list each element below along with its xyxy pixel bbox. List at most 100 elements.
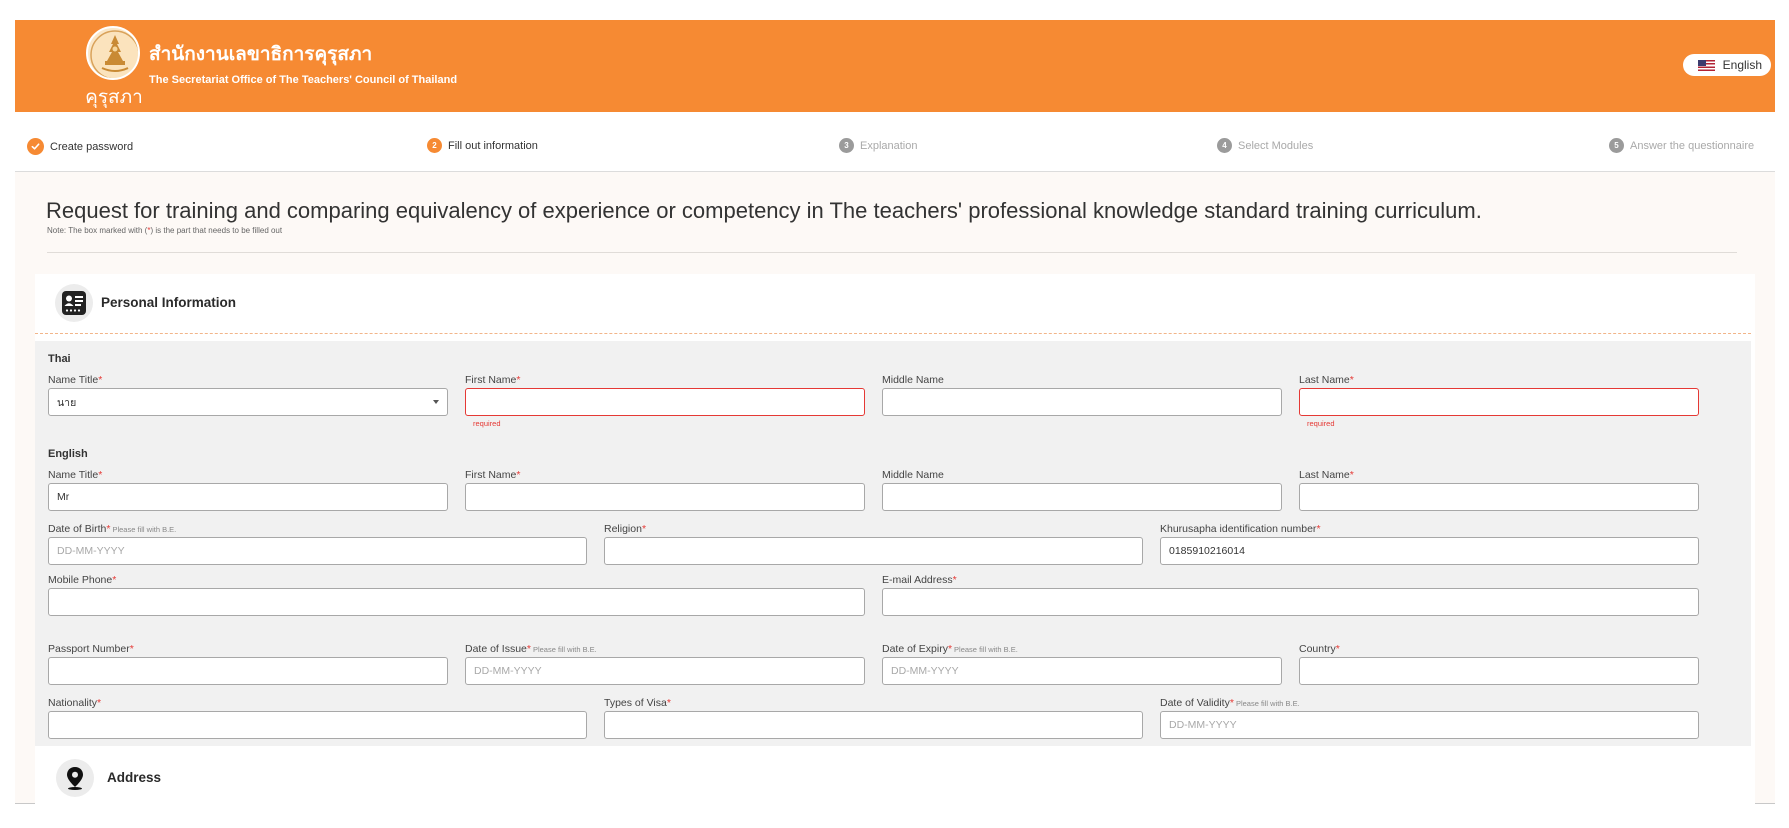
org-name-thai: สำนักงานเลขาธิการคุรุสภา	[149, 43, 373, 65]
location-pin-icon	[56, 759, 94, 797]
visa-type-input[interactable]	[604, 711, 1143, 739]
religion-field: Religion*	[604, 522, 1143, 565]
en-name-title-field: Name Title* Mr	[48, 468, 448, 511]
step-label: Answer the questionnaire	[1630, 139, 1755, 152]
step-fill-out-information[interactable]: 2 Fill out information	[427, 138, 538, 153]
org-name-english: The Secretariat Office of The Teachers' …	[149, 74, 458, 86]
date-of-expiry-field: Date of Expiry* Please fill with B.E. DD-…	[882, 642, 1282, 685]
field-label: Name Title	[48, 374, 99, 386]
field-label: E-mail Address	[882, 574, 953, 586]
thai-name-title-select[interactable]: นาย	[48, 388, 448, 416]
date-of-validity-input[interactable]: DD-MM-YYYY	[1160, 711, 1699, 739]
form-card: Personal Information Thai Name Title* นา…	[35, 274, 1755, 804]
thai-last-name-input[interactable]	[1299, 388, 1699, 416]
field-label: Date of Issue	[465, 643, 527, 655]
group-label-english: English	[48, 448, 88, 460]
required-star: *	[1349, 374, 1354, 386]
step-label: Explanation	[860, 139, 918, 152]
required-error: required	[1307, 419, 1335, 428]
field-label: Nationality	[48, 697, 98, 709]
field-label: Middle Name	[882, 374, 944, 386]
khurusapha-logo: คุรุสภา	[70, 26, 150, 110]
thai-first-name-input[interactable]	[465, 388, 865, 416]
en-last-name-input[interactable]	[1299, 483, 1699, 511]
mobile-phone-field: Mobile Phone*	[48, 573, 865, 616]
field-label: Mobile Phone	[48, 574, 113, 586]
passport-number-field: Passport Number*	[48, 642, 448, 685]
language-label: English	[1722, 58, 1762, 72]
seal-emblem-icon	[86, 26, 140, 80]
divider	[47, 252, 1737, 253]
thai-last-name-field: Last Name* required	[1299, 373, 1699, 428]
date-placeholder: DD-MM-YYYY	[474, 665, 542, 677]
en-last-name-field: Last Name*	[1299, 468, 1699, 511]
language-switcher[interactable]: English	[1682, 54, 1771, 76]
required-star: *	[666, 697, 671, 709]
field-label: Date of Validity	[1160, 697, 1230, 709]
required-star: *	[1335, 643, 1340, 655]
required-star: *	[1349, 469, 1354, 481]
step-number: 2	[427, 138, 442, 153]
be-hint: Please fill with B.E.	[1235, 699, 1300, 708]
required-star: *	[1229, 697, 1234, 709]
required-star: *	[98, 469, 103, 481]
khurusapha-id-input[interactable]: 0185910216014	[1160, 537, 1699, 565]
en-name-title-input[interactable]: Mr	[48, 483, 448, 511]
field-label: Middle Name	[882, 469, 944, 481]
step-number: 3	[839, 138, 854, 153]
step-select-modules: 4 Select Modules	[1217, 138, 1313, 153]
required-star: *	[98, 374, 103, 386]
step-number: 4	[1217, 138, 1232, 153]
personal-info-panel: Thai Name Title* นาย First Name* require…	[35, 341, 1751, 746]
date-of-validity-field: Date of Validity* Please fill with B.E. D…	[1160, 696, 1699, 739]
be-hint: Please fill with B.E.	[112, 525, 177, 534]
thai-first-name-field: First Name* required	[465, 373, 865, 428]
step-label: Create password	[50, 140, 134, 153]
field-label: Types of Visa	[604, 697, 667, 709]
date-of-expiry-input[interactable]: DD-MM-YYYY	[882, 657, 1282, 685]
check-icon	[27, 138, 44, 155]
required-star: *	[526, 643, 531, 655]
passport-number-input[interactable]	[48, 657, 448, 685]
field-label: Last Name	[1299, 469, 1350, 481]
date-of-issue-field: Date of Issue* Please fill with B.E. DD-M…	[465, 642, 865, 685]
group-label-thai: Thai	[48, 353, 71, 365]
nationality-input[interactable]	[48, 711, 587, 739]
required-error: required	[473, 419, 501, 428]
be-hint: Please fill with B.E.	[954, 645, 1018, 654]
required-star: *	[1316, 523, 1321, 535]
date-placeholder: DD-MM-YYYY	[1169, 719, 1237, 731]
country-input[interactable]	[1299, 657, 1699, 685]
khurusapha-id-field: Khurusapha identification number* 018591…	[1160, 522, 1699, 565]
visa-type-field: Types of Visa*	[604, 696, 1143, 739]
en-middle-name-input[interactable]	[882, 483, 1282, 511]
main-content: Request for training and comparing equiv…	[15, 172, 1775, 804]
date-of-birth-input[interactable]: DD-MM-YYYY	[48, 537, 587, 565]
us-flag-icon	[1697, 59, 1715, 71]
section-title-personal: Personal Information	[101, 295, 237, 310]
required-star: *	[516, 469, 521, 481]
religion-input[interactable]	[604, 537, 1143, 565]
date-of-issue-input[interactable]: DD-MM-YYYY	[465, 657, 865, 685]
required-star: *	[641, 523, 647, 535]
required-note: Note: The box marked with (*) is the par…	[47, 226, 282, 235]
required-star: *	[112, 574, 117, 586]
logo-label: คุรุสภา	[85, 86, 143, 108]
step-create-password[interactable]: Create password	[27, 138, 133, 155]
en-first-name-input[interactable]	[465, 483, 865, 511]
step-number: 5	[1609, 138, 1624, 153]
email-input[interactable]	[882, 588, 1699, 616]
required-star: *	[952, 574, 957, 586]
dropdown-caret-icon	[433, 400, 439, 404]
required-star: *	[129, 643, 134, 655]
required-star: *	[106, 523, 111, 535]
step-answer-questionnaire: 5 Answer the questionnaire	[1609, 138, 1754, 153]
en-middle-name-field: Middle Name	[882, 468, 1282, 511]
mobile-phone-input[interactable]	[48, 588, 865, 616]
be-hint: Please fill with B.E.	[532, 645, 597, 654]
thai-middle-name-input[interactable]	[882, 388, 1282, 416]
thai-name-title-field: Name Title* นาย	[48, 373, 448, 416]
date-placeholder: DD-MM-YYYY	[57, 545, 125, 557]
en-first-name-field: First Name*	[465, 468, 865, 511]
note-prefix: Note: The box marked with (	[47, 226, 148, 235]
